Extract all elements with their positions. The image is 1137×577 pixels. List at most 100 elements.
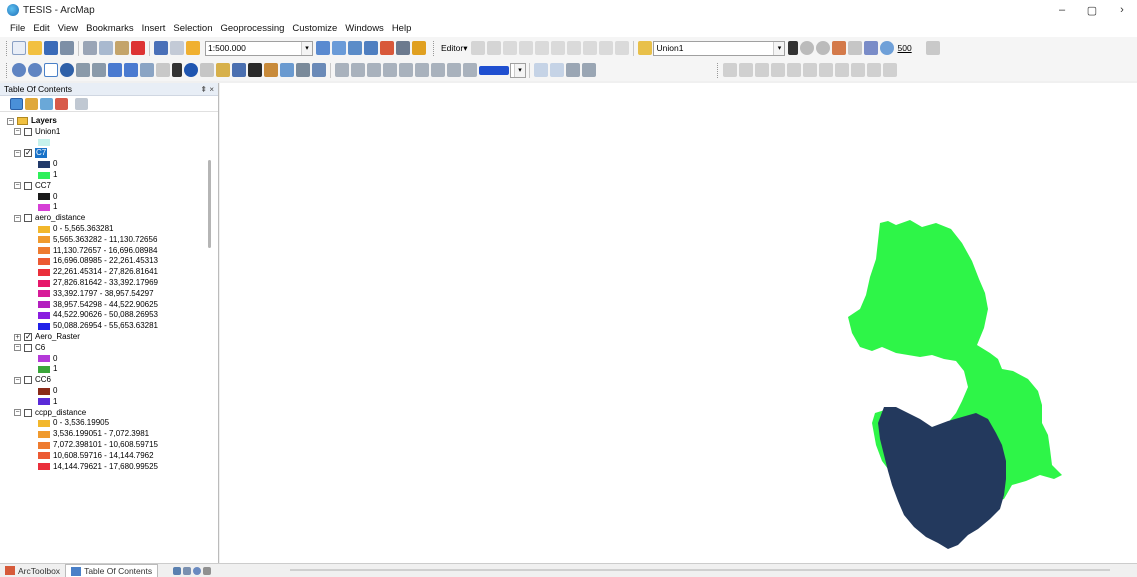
effects-tool-8-icon[interactable] [835,63,849,77]
georef-tool-2-icon[interactable] [550,63,564,77]
effects-tool-10-icon[interactable] [867,63,881,77]
full-extent-icon[interactable] [60,63,74,77]
legend-swatch[interactable] [38,398,50,406]
legend-entry[interactable] [38,138,53,148]
draw-tool-7-icon[interactable] [431,63,445,77]
cut-icon[interactable] [83,41,97,55]
target-layer-combo[interactable]: Union1 ▾ [653,40,786,56]
layer-visibility-checkbox[interactable]: ✓ [24,333,32,341]
snapping-end-icon[interactable] [816,41,831,55]
delete-icon[interactable] [131,41,145,55]
find-route-icon[interactable] [264,63,278,77]
layer-visibility-checkbox[interactable] [24,408,32,417]
copy-icon[interactable] [99,41,113,55]
c7-class-0-polygon[interactable] [878,407,1006,549]
toc-options-icon[interactable] [75,97,88,110]
layer-visibility-checkbox[interactable] [24,376,32,385]
expand-icon[interactable]: + [14,333,21,341]
legend-swatch[interactable] [38,441,50,449]
collapse-icon[interactable]: − [14,128,21,136]
save-icon[interactable] [44,41,58,55]
legend-entry[interactable]: 50,088.26954 - 55,653.63281 [38,321,158,331]
maximize-button[interactable]: ▢ [1077,0,1107,20]
forward-extent-icon[interactable] [124,63,138,77]
legend-swatch[interactable] [38,365,50,373]
layer-visibility-checkbox[interactable] [24,343,32,352]
toc-layer-row[interactable]: − CC6 [14,375,51,385]
catalog-icon[interactable] [348,41,362,55]
layout-view-icon[interactable] [183,566,192,575]
legend-entry[interactable]: 1 [38,397,57,407]
menu-insert[interactable]: Insert [138,23,170,34]
tab-arctoolbox[interactable]: ArcToolbox [0,564,65,577]
collapse-icon[interactable]: − [14,182,21,190]
zoom-in-icon[interactable] [12,63,26,77]
draw-tool-3-icon[interactable] [367,63,381,77]
collapse-icon[interactable]: − [7,117,14,125]
legend-swatch[interactable] [38,430,50,438]
undo-icon[interactable] [154,41,168,55]
html-popup-icon[interactable] [216,63,230,77]
map-canvas[interactable] [220,83,1137,563]
draw-tool-8-icon[interactable] [447,63,461,77]
legend-swatch[interactable] [38,247,50,255]
tolerance-value[interactable]: 500 [897,43,911,53]
fill-color-dropdown[interactable]: ▾ [510,62,526,78]
legend-swatch[interactable] [38,268,50,276]
print-icon[interactable] [60,41,74,55]
chevron-down-icon[interactable]: ▾ [301,41,312,55]
legend-swatch[interactable] [38,236,50,244]
legend-entry[interactable]: 3,536.199051 - 7,072.3981 [38,429,149,439]
edit-annotation-icon[interactable] [487,41,502,55]
layer-name-label[interactable]: CC7 [35,181,51,191]
toc-layer-row[interactable]: + ✓ Aero_Raster [14,332,80,342]
georef-tool-1-icon[interactable] [534,63,548,77]
select-features-icon[interactable] [140,63,154,77]
menu-windows[interactable]: Windows [341,23,388,34]
legend-entry[interactable]: 0 [38,192,57,202]
collapse-icon[interactable]: − [14,149,21,157]
legend-entry[interactable]: 0 - 5,565.363281 [38,224,114,234]
toc-layer-row[interactable]: − CC7 [14,181,51,191]
pause-drawing-icon[interactable] [203,566,212,575]
list-by-source-icon[interactable] [25,97,38,110]
menu-selection[interactable]: Selection [169,23,216,34]
legend-swatch[interactable] [38,322,50,330]
layer-name-label[interactable]: aero_distance [35,213,85,223]
layer-visibility-checkbox[interactable] [24,181,32,190]
menu-geoprocessing[interactable]: Geoprocessing [216,23,288,34]
draw-tool-9-icon[interactable] [463,63,477,77]
legend-swatch[interactable] [38,225,50,233]
attributes-icon[interactable] [583,41,598,55]
go-to-xy-icon[interactable] [280,63,294,77]
toc-pin-close[interactable]: ⇞ × [200,85,214,94]
draw-tool-5-icon[interactable] [399,63,413,77]
effects-tool-6-icon[interactable] [803,63,817,77]
straight-segment-icon[interactable] [503,41,518,55]
collapse-icon[interactable]: − [14,376,21,384]
menu-help[interactable]: Help [388,23,416,34]
time-slider-icon[interactable] [296,63,310,77]
toc-scrollbar-thumb[interactable] [208,160,211,248]
table-of-contents-icon[interactable] [332,41,346,55]
effects-tool-3-icon[interactable] [755,63,769,77]
legend-entry[interactable]: 1 [38,170,57,180]
list-by-visibility-icon[interactable] [40,97,53,110]
legend-swatch[interactable] [38,290,50,298]
fill-color-swatch[interactable] [479,65,509,75]
back-extent-icon[interactable] [108,63,122,77]
menu-bookmarks[interactable]: Bookmarks [82,23,138,34]
create-viewer-window-icon[interactable] [312,63,326,77]
arctoolbox-icon[interactable] [380,41,394,55]
legend-entry[interactable]: 0 [38,354,57,364]
draw-tool-2-icon[interactable] [351,63,365,77]
sketch-properties-icon[interactable] [599,41,614,55]
legend-swatch[interactable] [38,452,50,460]
menu-edit[interactable]: Edit [29,23,53,34]
effects-tool-2-icon[interactable] [739,63,753,77]
refresh-icon[interactable] [193,566,202,575]
legend-swatch[interactable] [38,279,50,287]
chevron-down-icon[interactable]: ▾ [773,41,785,55]
select-elements-icon[interactable] [172,63,182,77]
legend-entry[interactable]: 11,130.72657 - 16,696.08984 [38,246,157,256]
